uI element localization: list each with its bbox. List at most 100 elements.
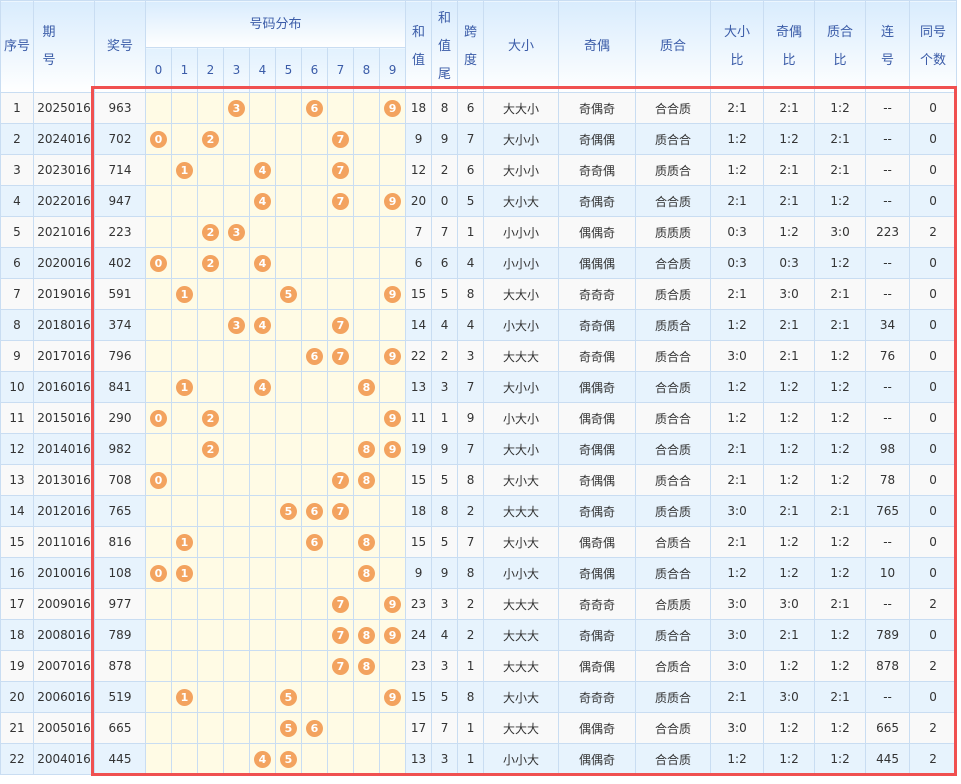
- cell-oe-ratio: 2:1: [763, 92, 816, 124]
- dist-cell: 7: [327, 650, 354, 682]
- cell-pc-ratio: 2:1: [814, 123, 867, 155]
- cell-oe-ratio: 1:2: [763, 743, 816, 775]
- digit-ball: 9: [384, 595, 402, 613]
- digit-ball: 1: [176, 564, 193, 582]
- dist-cell: 6: [301, 526, 328, 558]
- table-row: 5 2021016 223 2 3 7 7 1 小小小 偶偶奇 质质质 0:3 1:2 3:0 223 2: [0, 216, 958, 248]
- cell-span: 8: [457, 557, 485, 589]
- dist-cell: 8: [353, 650, 380, 682]
- dist-cell: [327, 557, 354, 589]
- dist-cell: [327, 216, 354, 248]
- cell-pc-ratio: 1:2: [814, 371, 867, 403]
- dist-cell: [378, 712, 407, 744]
- digit-ball: 6: [306, 533, 323, 551]
- digit-ball: 9: [384, 192, 402, 210]
- cell-sum: 9: [405, 557, 433, 589]
- dist-cell: [197, 309, 224, 341]
- cell-big-small: 大大大: [483, 495, 560, 527]
- dist-cell: 7: [327, 340, 354, 372]
- cell-number: 714: [94, 154, 146, 186]
- cell-consec: 98: [865, 433, 911, 465]
- dist-cell: [353, 743, 380, 775]
- dist-cell: [378, 743, 407, 775]
- cell-period: 2023016: [33, 154, 95, 186]
- cell-same: 2: [909, 588, 958, 620]
- cell-big-small: 大小小: [483, 371, 560, 403]
- dist-cell: [223, 123, 250, 155]
- dist-cell: [378, 526, 407, 558]
- cell-oe-ratio: 1:2: [763, 371, 816, 403]
- cell-sum: 12: [405, 154, 433, 186]
- dist-cell: [301, 278, 328, 310]
- dist-cell: [275, 92, 302, 124]
- cell-big-small: 大大大: [483, 340, 560, 372]
- cell-span: 2: [457, 619, 485, 651]
- dist-cell: 2: [197, 216, 224, 248]
- cell-oe-ratio: 2:1: [763, 495, 816, 527]
- dist-cell: 0: [145, 464, 172, 496]
- dist-cell: [171, 743, 198, 775]
- dist-cell: 9: [378, 278, 407, 310]
- table-row: 1 2025016 963 3 6 9 18 8 6 大大小 奇偶奇 合合质 2:1 2:1 1:2 -- 0: [0, 92, 958, 124]
- cell-sum: 19: [405, 433, 433, 465]
- digit-ball: 9: [384, 285, 402, 303]
- cell-period: 2021016: [33, 216, 95, 248]
- dist-cell: 9: [378, 681, 407, 713]
- cell-period: 2018016: [33, 309, 95, 341]
- dist-cell: [378, 464, 407, 496]
- dist-cell: 5: [275, 495, 302, 527]
- cell-seq: 20: [0, 681, 34, 713]
- dist-cell: [327, 278, 354, 310]
- col-span: 跨度: [457, 0, 485, 93]
- cell-pc-ratio: 2:1: [814, 681, 867, 713]
- digit-ball: 9: [384, 409, 402, 427]
- cell-oe-ratio: 1:2: [763, 123, 816, 155]
- table-row: 12 2014016 982 2 8 9 19 9 7 大大小 奇偶偶 合合质 2:1 1:2 1:2 98 0: [0, 433, 958, 465]
- digit-ball: 1: [176, 285, 193, 303]
- cell-big-small: 大小大: [483, 681, 560, 713]
- digit-ball: 7: [332, 471, 349, 489]
- dist-cell: [353, 402, 380, 434]
- dist-cell: 3: [223, 309, 250, 341]
- digit-ball: 7: [332, 595, 349, 613]
- col-period[interactable]: 期号排序▲: [33, 0, 95, 93]
- cell-prime-comp: 质合合: [635, 464, 712, 496]
- dist-cell: [145, 278, 172, 310]
- dist-cell: [197, 464, 224, 496]
- cell-sum-tail: 6: [431, 247, 459, 279]
- dist-cell: [353, 278, 380, 310]
- table-row: 13 2013016 708 0 7 8 15 5 8 大小大 奇偶偶 质合合 2:1 1:2 1:2 78 0: [0, 464, 958, 496]
- col-sum-tail: 和值尾: [431, 0, 459, 93]
- dist-cell: 2: [197, 433, 224, 465]
- cell-prime-comp: 质质质: [635, 216, 712, 248]
- dist-cell: [197, 371, 224, 403]
- dist-cell: 8: [353, 464, 380, 496]
- dist-cell: [378, 247, 407, 279]
- cell-number: 591: [94, 278, 146, 310]
- cell-big-small: 大小小: [483, 154, 560, 186]
- cell-seq: 4: [0, 185, 34, 217]
- digit-ball: 0: [150, 564, 167, 582]
- dist-cell: [327, 526, 354, 558]
- cell-odd-even: 奇偶偶: [558, 557, 637, 589]
- digit-ball: 5: [280, 285, 297, 303]
- cell-period: 2011016: [33, 526, 95, 558]
- cell-same: 2: [909, 712, 958, 744]
- cell-big-small: 大小大: [483, 185, 560, 217]
- dist-cell: [275, 371, 302, 403]
- cell-prime-comp: 质质合: [635, 154, 712, 186]
- dist-cell: [275, 526, 302, 558]
- cell-sum-tail: 9: [431, 433, 459, 465]
- table-row: 7 2019016 591 1 5 9 15 5 8 大大小 奇奇奇 质合质 2:1 3:0 2:1 -- 0: [0, 278, 958, 310]
- digit-ball: 1: [176, 161, 193, 179]
- dist-cell: [275, 247, 302, 279]
- cell-same: 0: [909, 278, 958, 310]
- dist-cell: [301, 743, 328, 775]
- digit-ball: 2: [202, 409, 219, 427]
- cell-sum-tail: 8: [431, 495, 459, 527]
- digit-ball: 9: [384, 99, 402, 117]
- cell-period: 2016016: [33, 371, 95, 403]
- cell-sum-tail: 7: [431, 216, 459, 248]
- cell-number: 816: [94, 526, 146, 558]
- cell-consec: --: [865, 402, 911, 434]
